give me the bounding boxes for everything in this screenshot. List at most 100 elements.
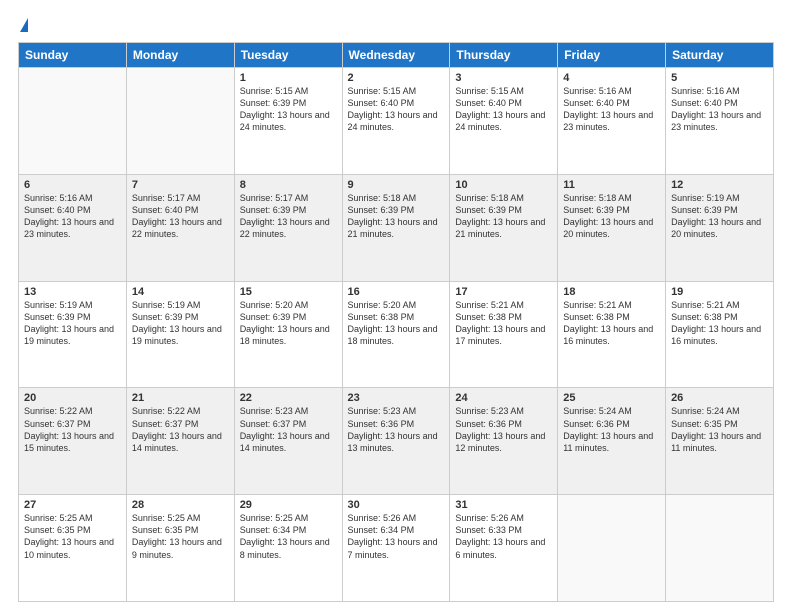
day-number: 7 <box>132 179 229 191</box>
day-number: 29 <box>240 499 337 511</box>
calendar-cell: 30 Sunrise: 5:26 AM Sunset: 6:34 PM Dayli… <box>342 495 450 602</box>
day-info: Sunrise: 5:20 AM Sunset: 6:39 PM Dayligh… <box>240 300 330 346</box>
day-info: Sunrise: 5:22 AM Sunset: 6:37 PM Dayligh… <box>132 406 222 452</box>
day-number: 15 <box>240 286 337 298</box>
calendar-cell: 8 Sunrise: 5:17 AM Sunset: 6:39 PM Daylig… <box>234 174 342 281</box>
day-number: 10 <box>455 179 552 191</box>
calendar-day-header: Saturday <box>666 43 774 68</box>
calendar-week-row: 1 Sunrise: 5:15 AM Sunset: 6:39 PM Daylig… <box>19 68 774 175</box>
day-info: Sunrise: 5:17 AM Sunset: 6:40 PM Dayligh… <box>132 193 222 239</box>
calendar-cell: 13 Sunrise: 5:19 AM Sunset: 6:39 PM Dayli… <box>19 281 127 388</box>
calendar-week-row: 20 Sunrise: 5:22 AM Sunset: 6:37 PM Dayli… <box>19 388 774 495</box>
calendar-cell <box>126 68 234 175</box>
day-number: 17 <box>455 286 552 298</box>
day-info: Sunrise: 5:18 AM Sunset: 6:39 PM Dayligh… <box>563 193 653 239</box>
calendar-cell: 23 Sunrise: 5:23 AM Sunset: 6:36 PM Dayli… <box>342 388 450 495</box>
calendar-day-header: Friday <box>558 43 666 68</box>
logo <box>18 18 28 32</box>
day-info: Sunrise: 5:24 AM Sunset: 6:36 PM Dayligh… <box>563 406 653 452</box>
day-info: Sunrise: 5:23 AM Sunset: 6:36 PM Dayligh… <box>455 406 545 452</box>
day-number: 21 <box>132 392 229 404</box>
day-number: 13 <box>24 286 121 298</box>
calendar-day-header: Wednesday <box>342 43 450 68</box>
day-number: 14 <box>132 286 229 298</box>
day-info: Sunrise: 5:18 AM Sunset: 6:39 PM Dayligh… <box>455 193 545 239</box>
calendar-day-header: Tuesday <box>234 43 342 68</box>
logo-triangle-icon <box>20 18 28 32</box>
day-number: 20 <box>24 392 121 404</box>
day-info: Sunrise: 5:18 AM Sunset: 6:39 PM Dayligh… <box>348 193 438 239</box>
day-info: Sunrise: 5:19 AM Sunset: 6:39 PM Dayligh… <box>132 300 222 346</box>
day-number: 16 <box>348 286 445 298</box>
day-number: 27 <box>24 499 121 511</box>
day-number: 4 <box>563 72 660 84</box>
calendar-day-header: Thursday <box>450 43 558 68</box>
calendar-cell <box>666 495 774 602</box>
calendar-week-row: 13 Sunrise: 5:19 AM Sunset: 6:39 PM Dayli… <box>19 281 774 388</box>
calendar-cell: 15 Sunrise: 5:20 AM Sunset: 6:39 PM Dayli… <box>234 281 342 388</box>
calendar-cell <box>19 68 127 175</box>
day-number: 28 <box>132 499 229 511</box>
calendar-cell: 31 Sunrise: 5:26 AM Sunset: 6:33 PM Dayli… <box>450 495 558 602</box>
day-info: Sunrise: 5:15 AM Sunset: 6:40 PM Dayligh… <box>348 86 438 132</box>
calendar-cell: 14 Sunrise: 5:19 AM Sunset: 6:39 PM Dayli… <box>126 281 234 388</box>
calendar-cell: 28Sunrise: 5:25 AM Sunset: 6:35 PM Dayli… <box>126 495 234 602</box>
page: SundayMondayTuesdayWednesdayThursdayFrid… <box>0 0 792 612</box>
day-number: 1 <box>240 72 337 84</box>
calendar-cell: 10 Sunrise: 5:18 AM Sunset: 6:39 PM Dayli… <box>450 174 558 281</box>
calendar: SundayMondayTuesdayWednesdayThursdayFrid… <box>18 42 774 602</box>
calendar-cell: 17 Sunrise: 5:21 AM Sunset: 6:38 PM Dayli… <box>450 281 558 388</box>
day-info: Sunrise: 5:25 AM Sunset: 6:34 PM Dayligh… <box>240 513 330 559</box>
calendar-cell: 1 Sunrise: 5:15 AM Sunset: 6:39 PM Daylig… <box>234 68 342 175</box>
day-info: Sunrise: 5:24 AM Sunset: 6:35 PM Dayligh… <box>671 406 761 452</box>
calendar-cell: 22Sunrise: 5:23 AM Sunset: 6:37 PM Dayli… <box>234 388 342 495</box>
calendar-cell: 12 Sunrise: 5:19 AM Sunset: 6:39 PM Dayli… <box>666 174 774 281</box>
calendar-cell: 4 Sunrise: 5:16 AM Sunset: 6:40 PM Daylig… <box>558 68 666 175</box>
calendar-cell: 5Sunrise: 5:16 AM Sunset: 6:40 PM Daylig… <box>666 68 774 175</box>
calendar-cell: 24 Sunrise: 5:23 AM Sunset: 6:36 PM Dayli… <box>450 388 558 495</box>
calendar-cell: 29 Sunrise: 5:25 AM Sunset: 6:34 PM Dayli… <box>234 495 342 602</box>
day-number: 19 <box>671 286 768 298</box>
day-info: Sunrise: 5:16 AM Sunset: 6:40 PM Dayligh… <box>563 86 653 132</box>
calendar-cell: 3 Sunrise: 5:15 AM Sunset: 6:40 PM Daylig… <box>450 68 558 175</box>
calendar-cell: 2Sunrise: 5:15 AM Sunset: 6:40 PM Daylig… <box>342 68 450 175</box>
calendar-cell: 9Sunrise: 5:18 AM Sunset: 6:39 PM Daylig… <box>342 174 450 281</box>
day-number: 26 <box>671 392 768 404</box>
day-info: Sunrise: 5:26 AM Sunset: 6:34 PM Dayligh… <box>348 513 438 559</box>
day-number: 11 <box>563 179 660 191</box>
day-info: Sunrise: 5:22 AM Sunset: 6:37 PM Dayligh… <box>24 406 114 452</box>
calendar-cell: 25 Sunrise: 5:24 AM Sunset: 6:36 PM Dayli… <box>558 388 666 495</box>
calendar-cell <box>558 495 666 602</box>
day-number: 31 <box>455 499 552 511</box>
calendar-cell: 18Sunrise: 5:21 AM Sunset: 6:38 PM Dayli… <box>558 281 666 388</box>
day-number: 23 <box>348 392 445 404</box>
day-number: 6 <box>24 179 121 191</box>
day-info: Sunrise: 5:23 AM Sunset: 6:36 PM Dayligh… <box>348 406 438 452</box>
day-number: 12 <box>671 179 768 191</box>
day-info: Sunrise: 5:21 AM Sunset: 6:38 PM Dayligh… <box>671 300 761 346</box>
calendar-week-row: 6 Sunrise: 5:16 AM Sunset: 6:40 PM Daylig… <box>19 174 774 281</box>
calendar-day-header: Monday <box>126 43 234 68</box>
day-info: Sunrise: 5:19 AM Sunset: 6:39 PM Dayligh… <box>671 193 761 239</box>
calendar-cell: 7 Sunrise: 5:17 AM Sunset: 6:40 PM Daylig… <box>126 174 234 281</box>
calendar-cell: 21 Sunrise: 5:22 AM Sunset: 6:37 PM Dayli… <box>126 388 234 495</box>
calendar-cell: 16Sunrise: 5:20 AM Sunset: 6:38 PM Dayli… <box>342 281 450 388</box>
day-info: Sunrise: 5:15 AM Sunset: 6:40 PM Dayligh… <box>455 86 545 132</box>
calendar-cell: 11 Sunrise: 5:18 AM Sunset: 6:39 PM Dayli… <box>558 174 666 281</box>
day-number: 8 <box>240 179 337 191</box>
day-number: 3 <box>455 72 552 84</box>
day-info: Sunrise: 5:16 AM Sunset: 6:40 PM Dayligh… <box>24 193 114 239</box>
calendar-week-row: 27Sunrise: 5:25 AM Sunset: 6:35 PM Dayli… <box>19 495 774 602</box>
day-info: Sunrise: 5:21 AM Sunset: 6:38 PM Dayligh… <box>563 300 653 346</box>
day-info: Sunrise: 5:19 AM Sunset: 6:39 PM Dayligh… <box>24 300 114 346</box>
day-info: Sunrise: 5:17 AM Sunset: 6:39 PM Dayligh… <box>240 193 330 239</box>
calendar-cell: 6 Sunrise: 5:16 AM Sunset: 6:40 PM Daylig… <box>19 174 127 281</box>
calendar-cell: 19 Sunrise: 5:21 AM Sunset: 6:38 PM Dayli… <box>666 281 774 388</box>
day-number: 24 <box>455 392 552 404</box>
day-info: Sunrise: 5:26 AM Sunset: 6:33 PM Dayligh… <box>455 513 545 559</box>
day-info: Sunrise: 5:21 AM Sunset: 6:38 PM Dayligh… <box>455 300 545 346</box>
day-info: Sunrise: 5:15 AM Sunset: 6:39 PM Dayligh… <box>240 86 330 132</box>
day-number: 25 <box>563 392 660 404</box>
day-number: 30 <box>348 499 445 511</box>
calendar-header-row: SundayMondayTuesdayWednesdayThursdayFrid… <box>19 43 774 68</box>
